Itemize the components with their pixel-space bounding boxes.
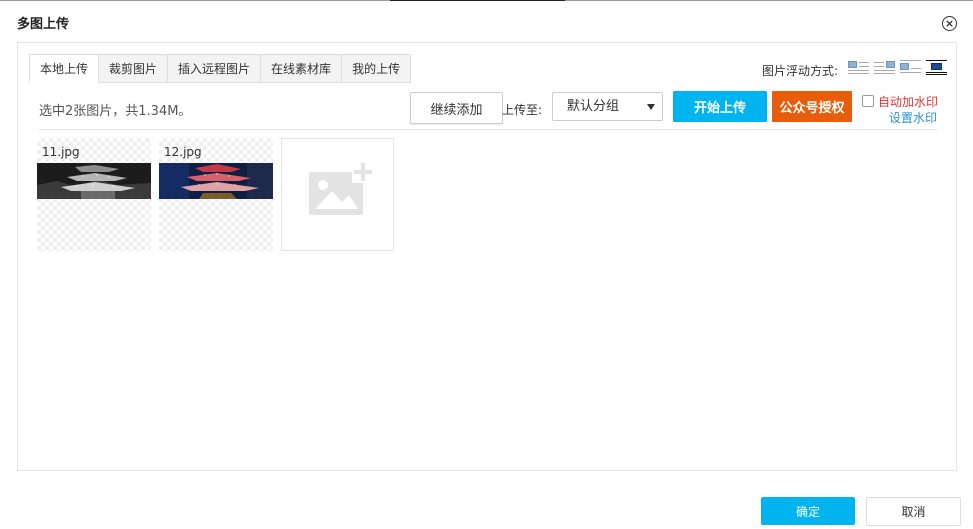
auto-watermark-label[interactable]: 自动加水印 — [878, 93, 938, 110]
image-filename: 11.jpg — [42, 145, 80, 159]
tab-online-library[interactable]: 在线素材库 — [261, 54, 343, 83]
float-right-icon[interactable] — [874, 59, 895, 75]
auto-watermark-checkbox[interactable] — [862, 95, 874, 107]
close-icon[interactable]: × — [942, 16, 957, 31]
start-upload-button[interactable]: 开始上传 — [673, 91, 767, 122]
tab-crop-image[interactable]: 裁剪图片 — [99, 54, 169, 83]
image-thumb[interactable]: 12.jpg — [159, 138, 273, 251]
continue-add-button[interactable]: 继续添加 — [410, 92, 503, 124]
float-mode-options — [848, 59, 947, 75]
center-icon[interactable] — [926, 59, 947, 75]
image-filename: 12.jpg — [164, 145, 202, 159]
tab-remote-image[interactable]: 插入远程图片 — [168, 54, 262, 83]
add-image-tile[interactable] — [281, 138, 394, 251]
selection-status: 选中2张图片，共1.34M。 — [39, 104, 192, 119]
upload-panel: 本地上传 裁剪图片 插入远程图片 在线素材库 我的上传 图片浮动方式: 选中2张… — [17, 42, 957, 471]
chevron-down-icon — [647, 104, 655, 110]
group-select[interactable]: 默认分组 — [552, 92, 663, 121]
confirm-button[interactable]: 确定 — [761, 497, 855, 525]
wechat-authorize-button[interactable]: 公众号授权 — [772, 91, 852, 122]
tab-bar: 本地上传 裁剪图片 插入远程图片 在线素材库 我的上传 — [29, 54, 412, 83]
add-image-icon — [309, 161, 374, 215]
image-preview — [159, 163, 273, 199]
dialog-title: 多图上传 — [17, 17, 70, 32]
tab-local-upload[interactable]: 本地上传 — [29, 54, 100, 83]
inline-icon[interactable] — [900, 59, 921, 75]
divider — [39, 129, 937, 130]
image-queue: 11.jpg 12.jpg — [37, 138, 394, 251]
float-left-icon[interactable] — [848, 59, 869, 75]
cancel-button[interactable]: 取消 — [866, 497, 961, 526]
float-mode-label: 图片浮动方式: — [762, 64, 839, 78]
group-select-value: 默认分组 — [567, 99, 620, 114]
image-thumb[interactable]: 11.jpg — [37, 138, 151, 251]
multi-image-upload-dialog: 多图上传 × 本地上传 裁剪图片 插入远程图片 在线素材库 我的上传 图片浮动方… — [0, 1, 973, 529]
image-preview — [37, 163, 151, 199]
watermark-settings-link[interactable]: 设置水印 — [889, 109, 937, 126]
tab-my-uploads[interactable]: 我的上传 — [342, 54, 412, 83]
upload-to-label: 上传至: — [502, 103, 543, 117]
